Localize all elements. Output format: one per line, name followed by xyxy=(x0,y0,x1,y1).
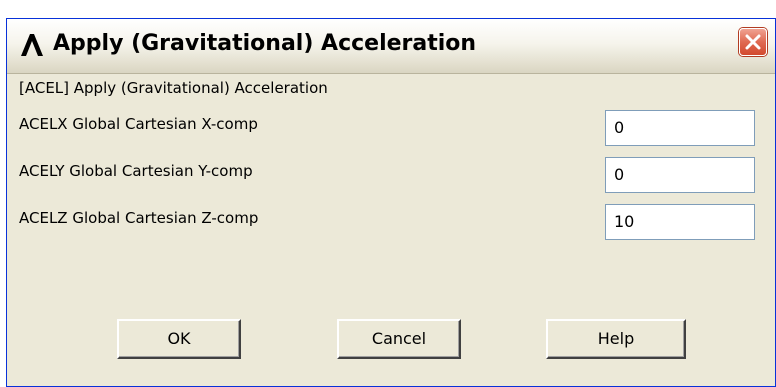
acelz-label: ACELZ Global Cartesian Z-comp xyxy=(19,209,259,227)
cancel-button[interactable]: Cancel xyxy=(337,319,461,359)
acelx-label: ACELX Global Cartesian X-comp xyxy=(19,115,258,133)
command-label: [ACEL] Apply (Gravitational) Acceleratio… xyxy=(19,79,328,97)
help-button[interactable]: Help xyxy=(546,319,686,359)
lambda-icon xyxy=(19,32,45,58)
acely-input[interactable]: 0 xyxy=(605,157,755,193)
ok-button[interactable]: OK xyxy=(117,319,241,359)
acely-label: ACELY Global Cartesian Y-comp xyxy=(19,162,253,180)
dialog-window: Apply (Gravitational) Acceleration [ACEL… xyxy=(6,18,776,387)
acelx-input[interactable]: 0 xyxy=(605,110,755,146)
window-title: Apply (Gravitational) Acceleration xyxy=(53,31,477,56)
close-button[interactable] xyxy=(739,28,767,56)
title-bar[interactable]: Apply (Gravitational) Acceleration xyxy=(7,19,775,74)
close-icon xyxy=(745,34,761,50)
acelz-input[interactable]: 10 xyxy=(605,204,755,240)
